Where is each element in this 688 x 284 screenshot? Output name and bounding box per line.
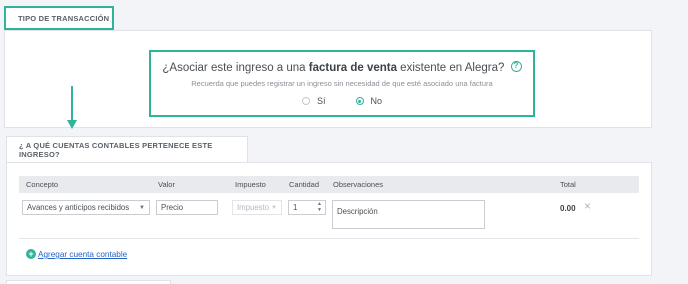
row-total: 0.00 (560, 204, 576, 213)
tab-accounts[interactable]: ¿ A QUÉ CUENTAS CONTABLES PERTENECE ESTE… (6, 136, 248, 162)
concept-select-value: Avances y anticipos recibidos (27, 203, 130, 212)
header-value: Valor (158, 180, 175, 189)
description-textarea[interactable]: Descripción (332, 200, 485, 229)
annotation-arrow-head (67, 120, 77, 129)
association-question-bold: factura de venta (308, 62, 397, 74)
value-input[interactable]: Precio (156, 200, 218, 215)
association-radio-group: Sí No (151, 96, 533, 106)
value-input-placeholder: Precio (161, 203, 184, 212)
quantity-stepper[interactable]: 1 ▲ ▼ (288, 200, 326, 215)
stepper-arrows-icon[interactable]: ▲ ▼ (317, 201, 322, 213)
quantity-value: 1 (293, 203, 298, 212)
chevron-down-icon: ▼ (139, 205, 145, 211)
radio-option-no[interactable]: No (355, 96, 383, 106)
next-section-tab (6, 280, 171, 284)
radio-no-label: No (370, 96, 383, 106)
header-total: Total (560, 180, 576, 189)
header-observations: Observaciones (333, 180, 384, 189)
tab-transaction-type-label: TIPO DE TRANSACCIÓN (18, 13, 110, 23)
remove-row-icon[interactable]: × (584, 200, 591, 212)
association-question: ¿Asociar este ingreso a una factura de v… (151, 61, 533, 74)
add-circle-icon[interactable]: + (26, 249, 36, 259)
annotation-arrow-line (71, 86, 73, 122)
chevron-down-icon: ▼ (271, 205, 277, 211)
description-placeholder: Descripción (337, 207, 378, 216)
add-account-link[interactable]: Agregar cuenta contable (38, 250, 127, 259)
invoice-association-box: ¿Asociar este ingreso a una factura de v… (149, 50, 535, 117)
help-icon[interactable]: ? (510, 61, 522, 73)
tax-select[interactable]: Impuesto ▼ (232, 200, 282, 215)
tax-select-placeholder: Impuesto (237, 203, 270, 212)
radio-si[interactable] (301, 97, 310, 105)
concept-select[interactable]: Avances y anticipos recibidos ▼ (22, 200, 150, 215)
table-divider (19, 238, 639, 239)
radio-option-si[interactable]: Sí (301, 96, 326, 106)
table-header (19, 176, 639, 193)
header-tax: Impuesto (235, 180, 266, 189)
header-quantity: Cantidad (289, 180, 320, 189)
radio-no[interactable] (355, 97, 364, 105)
tab-accounts-label: ¿ A QUÉ CUENTAS CONTABLES PERTENECE ESTE… (19, 140, 213, 159)
tab-transaction-type[interactable]: TIPO DE TRANSACCIÓN (4, 6, 114, 30)
radio-si-label: Sí (316, 96, 326, 106)
association-subtitle: Recuerda que puedes registrar un ingreso… (191, 79, 493, 88)
header-concept: Concepto (26, 180, 59, 189)
